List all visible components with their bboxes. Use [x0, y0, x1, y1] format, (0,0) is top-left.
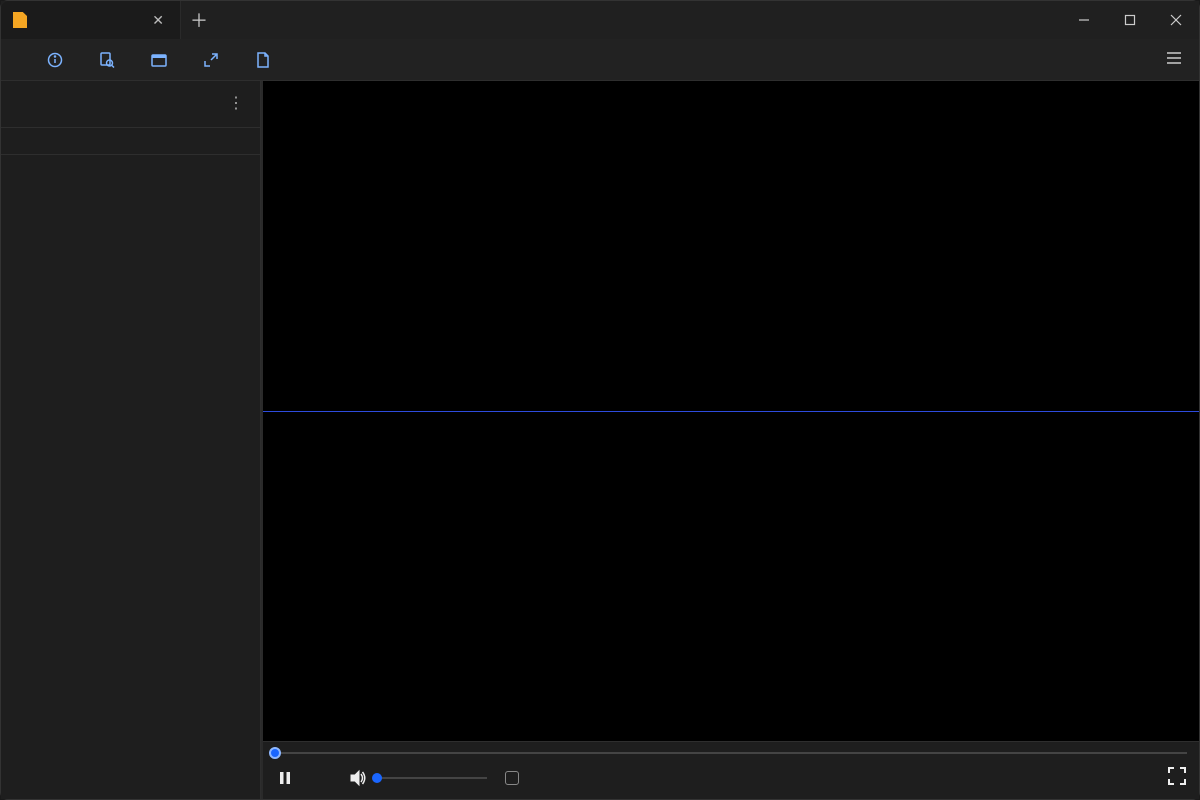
window-minimize-button[interactable] [1061, 1, 1107, 39]
fileinfo-section [1, 155, 260, 193]
volume-slider[interactable] [377, 772, 487, 784]
toolbar [1, 39, 1199, 81]
file-information-section: ⋮ [1, 81, 260, 128]
inspect-icon [99, 52, 115, 68]
fullscreen-toggle[interactable] [1167, 766, 1187, 789]
file-info-button[interactable] [35, 46, 83, 74]
fullscreen-icon [203, 52, 219, 68]
inspect-button[interactable] [87, 46, 135, 74]
fullscreen-button[interactable] [191, 46, 239, 74]
document-tab[interactable]: ✕ [1, 1, 181, 39]
pause-icon [277, 770, 293, 786]
hamburger-icon [1165, 49, 1183, 67]
progress-slider[interactable] [275, 746, 1187, 760]
waveform-viewer[interactable] [263, 81, 1199, 741]
file-menu[interactable] [7, 54, 31, 66]
mute-checkbox[interactable] [505, 771, 527, 785]
info-icon [47, 52, 63, 68]
section-menu-icon[interactable]: ⋮ [224, 93, 248, 113]
waveform-left-channel [263, 81, 1199, 411]
volume-icon[interactable] [349, 769, 367, 787]
main-pane [261, 81, 1199, 799]
window-maximize-button[interactable] [1107, 1, 1153, 39]
new-tab-button[interactable]: ＋ [181, 1, 217, 39]
waveform-right-channel [263, 411, 1199, 741]
browse-button[interactable] [139, 46, 187, 74]
pause-button[interactable] [275, 768, 295, 788]
sidebar: ⋮ [1, 81, 261, 799]
expand-icon [1167, 766, 1187, 786]
export-audio-button[interactable] [243, 46, 291, 74]
export-icon [255, 52, 271, 68]
media-information-section [1, 128, 260, 155]
transport-bar [263, 741, 1199, 799]
window-close-button[interactable] [1153, 1, 1199, 39]
menu-button[interactable] [1155, 43, 1193, 76]
checkbox-icon [505, 771, 519, 785]
file-icon [13, 12, 27, 28]
titlebar: ✕ ＋ [1, 1, 1199, 39]
browse-icon [151, 52, 167, 68]
tab-close-icon[interactable]: ✕ [148, 10, 168, 31]
